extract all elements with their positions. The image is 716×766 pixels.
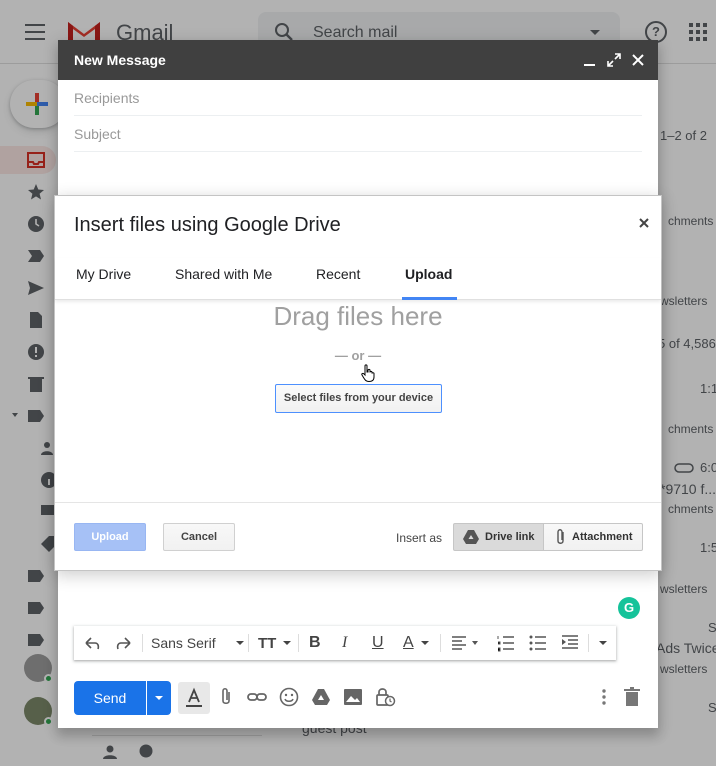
text-format-icon [186, 687, 202, 707]
text-size-icon: TT [258, 634, 277, 652]
insert-photo-icon[interactable] [342, 686, 364, 708]
tab-shared-with-me[interactable]: Shared with Me [175, 266, 272, 282]
insert-as-attachment-button[interactable]: Attachment [543, 523, 643, 551]
hand-cursor-icon [361, 364, 375, 382]
align-icon[interactable] [450, 626, 480, 660]
drive-link-label: Drive link [485, 531, 535, 543]
emoji-icon[interactable] [278, 686, 300, 708]
formatting-options-button[interactable] [178, 682, 210, 714]
chevron-down-icon [420, 641, 429, 645]
text-color-button[interactable]: A [403, 626, 429, 660]
close-icon[interactable] [630, 52, 646, 68]
google-drive-icon[interactable] [310, 686, 332, 708]
compose-title: New Message [74, 52, 166, 68]
tab-upload[interactable]: Upload [405, 266, 452, 282]
more-options-icon[interactable] [593, 686, 615, 708]
chevron-down-icon [283, 641, 292, 645]
font-size-button[interactable]: TT [258, 626, 292, 660]
font-family-label: Sans Serif [151, 635, 216, 651]
drive-picker-dialog: Insert files using Google Drive My Drive… [54, 195, 662, 571]
dialog-footer: Upload Cancel Insert as Drive link Attac… [55, 502, 661, 570]
more-formatting-button[interactable] [592, 626, 607, 660]
close-icon[interactable] [637, 216, 651, 230]
text-color-icon: A [403, 634, 414, 651]
tab-recent[interactable]: Recent [316, 266, 360, 282]
numbered-list-icon[interactable] [496, 626, 516, 660]
subject-field[interactable]: Subject [74, 116, 642, 152]
recipients-field[interactable]: Recipients [74, 80, 642, 116]
minimize-icon[interactable] [582, 52, 598, 68]
undo-icon[interactable] [82, 626, 102, 660]
insert-link-icon[interactable] [246, 686, 268, 708]
recipients-placeholder: Recipients [74, 90, 140, 106]
insert-as-drive-link-button[interactable]: Drive link [453, 523, 544, 551]
underline-icon[interactable]: U [372, 626, 384, 660]
insert-as-label: Insert as [396, 531, 443, 545]
chevron-down-icon [235, 641, 244, 645]
fullscreen-icon[interactable] [606, 52, 622, 68]
upload-button[interactable]: Upload [74, 523, 146, 551]
formatting-toolbar: Sans Serif TT B I U A [74, 626, 616, 660]
redo-icon[interactable] [114, 626, 134, 660]
google-drive-icon [463, 530, 479, 544]
drop-zone-label[interactable]: Drag files here [55, 301, 661, 332]
compose-header[interactable]: New Message [58, 40, 658, 80]
cancel-button[interactable]: Cancel [163, 523, 235, 551]
attach-file-icon[interactable] [215, 686, 237, 708]
schedule-send-caret-icon[interactable] [147, 681, 171, 715]
or-separator: — or — [334, 348, 382, 363]
dialog-title: Insert files using Google Drive [74, 214, 341, 236]
grammarly-icon[interactable]: G [618, 597, 640, 619]
font-family-select[interactable]: Sans Serif [151, 626, 244, 660]
discard-draft-icon[interactable] [621, 686, 643, 708]
tab-my-drive[interactable]: My Drive [76, 266, 131, 282]
select-files-button[interactable]: Select files from your device [275, 384, 442, 413]
paperclip-icon [557, 529, 564, 544]
bulleted-list-icon[interactable] [528, 626, 548, 660]
drive-tabs: My Drive Shared with Me Recent Upload [55, 258, 661, 300]
bold-icon[interactable]: B [309, 626, 321, 660]
attachment-label: Attachment [572, 531, 633, 543]
subject-placeholder: Subject [74, 126, 121, 142]
chevron-down-icon [599, 641, 607, 645]
active-tab-indicator [402, 297, 457, 300]
send-button[interactable]: Send [74, 681, 146, 715]
italic-icon[interactable]: I [342, 626, 347, 660]
indent-icon[interactable] [560, 626, 580, 660]
confidential-mode-icon[interactable] [374, 686, 396, 708]
